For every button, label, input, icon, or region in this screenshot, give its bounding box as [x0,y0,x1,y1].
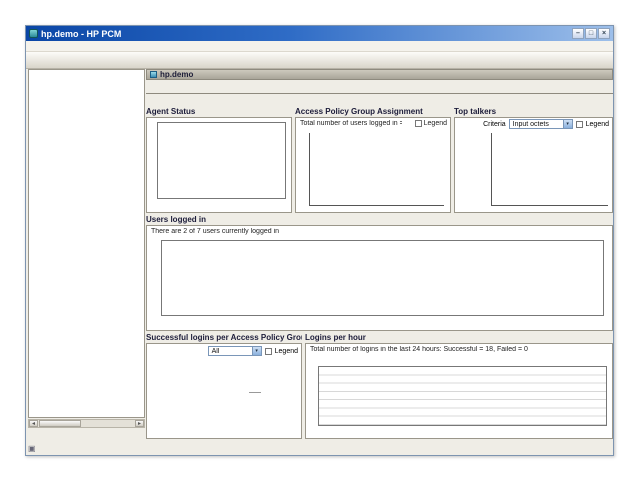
chevron-down-icon: ▾ [252,347,261,355]
panel-title: Agent Status [146,107,292,117]
group-filter-select[interactable]: All ▾ [208,346,262,356]
pie-callout-line [249,392,261,393]
panel-title: Logins per hour [305,333,613,343]
panel-title: Users logged in [146,215,613,225]
identity-tree [28,69,145,418]
panel-apg-assignment: Access Policy Group Assignment Total num… [295,107,451,213]
legend-label: Legend [586,121,609,128]
panel-logins-per-group: Successful logins per Access Policy Grou… [146,333,302,439]
content-header-title: hp.demo [160,70,193,79]
legend-label: Legend [424,120,447,127]
close-button[interactable]: × [598,28,610,39]
logins-pie-chart [189,361,251,423]
criteria-label: Criteria [483,121,506,128]
window-controls: –□× [572,28,610,39]
app-icon [29,29,38,38]
status-bar: ▣ [28,442,613,454]
panel-title: Top talkers [454,107,613,117]
logins-per-hour-chart [318,366,607,426]
legend-toggle[interactable]: Legend [415,120,447,127]
criteria-value: Input octets [510,121,563,128]
top-talkers-chart [491,133,608,206]
panel-top-talkers: Top talkers Criteria Input octets ▾ Lege… [454,107,613,213]
apg-assignment-chart [309,133,444,206]
window-title: hp.demo - HP PCM [41,29,121,39]
tree-horizontal-scrollbar[interactable]: ◂ ▸ [28,419,145,428]
content-header: hp.demo [146,69,613,80]
legend-checkbox[interactable] [415,120,422,127]
chevron-down-icon: ▾ [563,120,572,128]
legend-checkbox[interactable] [265,348,272,355]
legend-checkbox[interactable] [576,121,583,128]
scroll-right-icon[interactable]: ▸ [135,420,144,427]
logins-summary: Total number of logins in the last 24 ho… [310,346,608,353]
domain-icon [150,71,157,78]
minimize-button[interactable]: – [572,28,584,39]
panel-title: Access Policy Group Assignment [295,107,451,117]
menu-bar [26,41,613,52]
main-toolbar [26,52,613,69]
panel-users-logged-in: Users logged in There are 2 of 7 users c… [146,215,613,331]
maximize-button[interactable]: □ [585,28,597,39]
apg-summary: Total number of users logged in = 2 of 7 [300,120,402,127]
app-window: hp.demo - HP PCM –□× ◂ ▸ hp.demo Agent S… [25,25,614,456]
panel-agent-status: Agent Status [146,107,292,213]
title-bar[interactable]: hp.demo - HP PCM –□× [26,26,613,41]
panel-logins-per-hour: Logins per hour Total number of logins i… [305,333,613,439]
scroll-left-icon[interactable]: ◂ [29,420,38,427]
sidebar-tabs [28,428,145,441]
users-logged-in-chart [161,240,604,316]
legend-label: Legend [275,348,298,355]
content-tab-strip [146,81,613,94]
content-area: hp.demo Agent Status Access Policy Group… [146,69,613,440]
scroll-thumb[interactable] [39,420,81,427]
status-network-icon: ▣ [28,444,36,453]
filter-value: All [209,348,252,355]
panel-title: Successful logins per Access Policy Grou… [146,333,302,343]
agent-status-chart [157,122,286,199]
criteria-select[interactable]: Input octets ▾ [509,119,573,129]
users-summary: There are 2 of 7 users currently logged … [151,228,608,235]
